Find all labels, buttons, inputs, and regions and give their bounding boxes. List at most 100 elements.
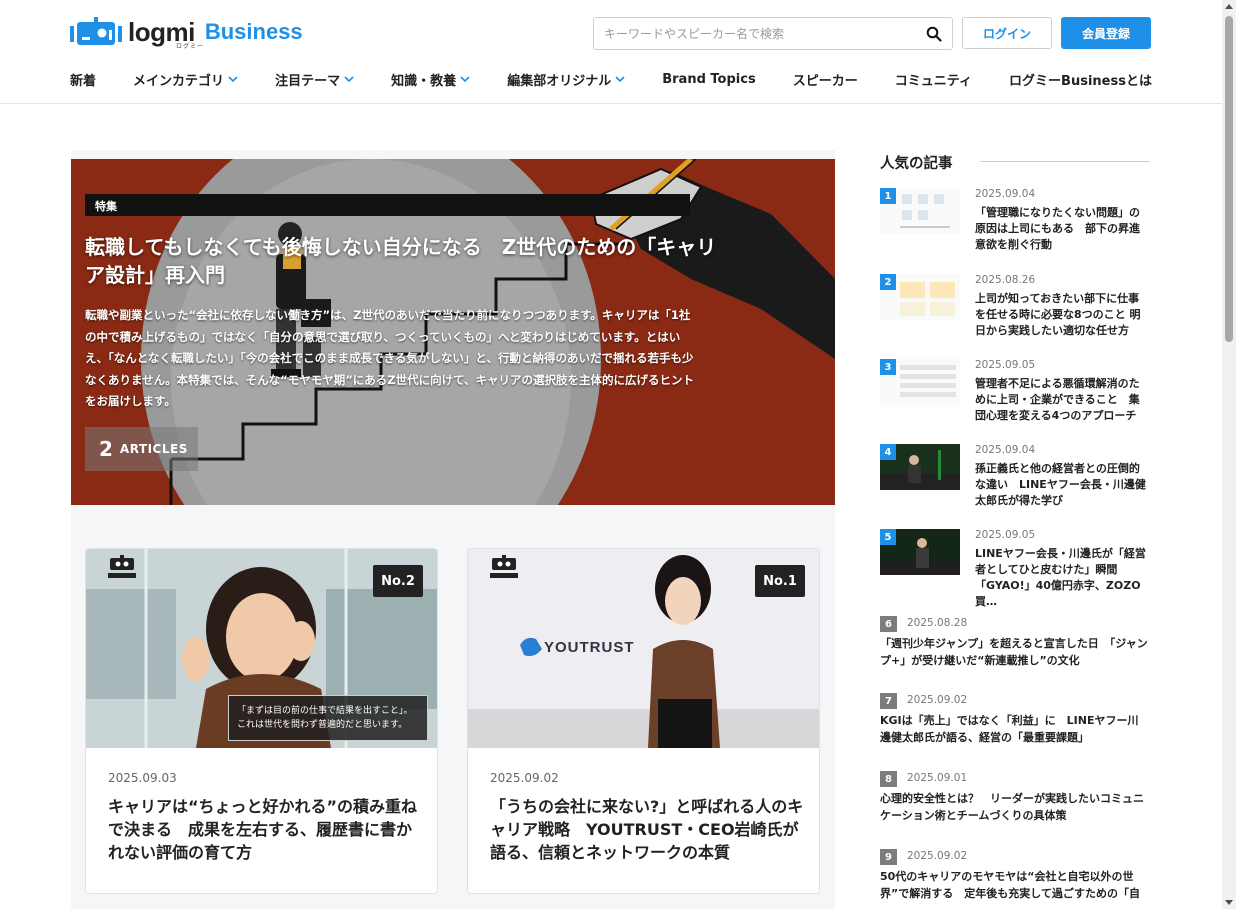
nav-label: 新着 [70, 73, 97, 89]
article-title[interactable]: 50代のキャリアのモヤモヤは“会社と自宅以外の世界”で解消する 定年後も充実して… [880, 868, 1148, 902]
article-date: 2025.09.01 [907, 772, 968, 784]
page-scrollbar[interactable] [1222, 0, 1236, 909]
article-date: 2025.09.05 [975, 529, 1036, 541]
article-title[interactable]: キャリアは“ちょっと好かれる”の積み重ねで決まる 成果を左右する、履歴書に書かれ… [108, 795, 423, 864]
rank-number: 5 [880, 529, 896, 545]
article-date: 2025.09.05 [975, 359, 1036, 371]
rank-badge: No.2 [373, 565, 423, 597]
hero-tag-bar [85, 194, 690, 216]
article-thumbnail[interactable]: 5 [880, 529, 960, 575]
article-date: 2025.09.02 [907, 850, 968, 862]
nav-item-speakers[interactable]: スピーカー [793, 70, 858, 89]
article-date: 2025.08.28 [907, 617, 968, 629]
nav-item-main-category[interactable]: メインカテゴリ [133, 70, 238, 89]
article-card[interactable]: No.2 「まずは目の前の仕事で結果を出すこと」。 これは世代を問わず普遍的だと… [85, 548, 438, 894]
chevron-down-icon [460, 76, 470, 82]
nav-label: メインカテゴリ [133, 73, 225, 89]
nav-item-new[interactable]: 新着 [70, 70, 96, 89]
article-title[interactable]: 「うちの会社に来ない?」と呼ばれる人のキャリア戦略 YOUTRUST・CEO岩崎… [490, 795, 805, 864]
search-box [593, 17, 953, 50]
article-thumbnail[interactable]: 1 [880, 188, 960, 234]
original-badge-icon [108, 555, 136, 578]
article-title[interactable]: LINEヤフー会長・川邊氏が「経営者としてひと皮むけた」瞬間 「GYAO!」40… [975, 546, 1150, 610]
article-thumbnail[interactable]: 3 [880, 359, 960, 405]
caption-line: これは世代を問わず普遍的だと思います。 [237, 720, 408, 730]
feature-hero[interactable]: 特集 転職してもしなくても後悔しない自分になる Z世代のための「キャリア設計」再… [71, 159, 835, 505]
rank-number: 1 [880, 188, 896, 204]
nav-label: ログミーBusinessとは [1009, 73, 1152, 89]
article-title[interactable]: 「管理職になりたくない問題」の原因は上司にもある 部下の昇進意欲を削ぐ行動 [975, 205, 1150, 253]
register-button[interactable]: 会員登録 [1061, 17, 1151, 49]
article-thumbnail[interactable]: YOUTRUST No.1 [468, 549, 819, 748]
rank-number: 9 [880, 849, 897, 865]
rank-number: 3 [880, 359, 896, 375]
chevron-down-icon [615, 76, 625, 82]
article-title[interactable]: 「週刊少年ジャンプ」を超えると宣言した日 「ジャンプ+」が受け継いだ“新連載推し… [880, 635, 1148, 669]
article-card[interactable]: YOUTRUST No.1 2025.09.02 「うちの会社に来ない?」と呼ば… [467, 548, 820, 894]
article-thumbnail[interactable]: 4 [880, 444, 960, 490]
nav-label: 編集部オリジナル [507, 73, 612, 89]
logo-subtext: ログミー [176, 43, 205, 50]
popular-article-item[interactable]: 1 2025.09.04 「管理職になりたくない問題」の原因は上司にもある 部下… [880, 188, 1152, 263]
scroll-up-icon[interactable] [1225, 4, 1233, 9]
hero-title[interactable]: 転職してもしなくても後悔しない自分になる Z世代のための「キャリア設計」再入門 [85, 233, 725, 289]
article-title[interactable]: 上司が知っておきたい部下に仕事を任せる時に必要な8つのこと 明日から実践したい適… [975, 291, 1150, 339]
nav-item-knowledge[interactable]: 知識・教養 [391, 70, 470, 89]
chevron-down-icon [344, 76, 354, 82]
original-badge-icon [490, 555, 518, 578]
rank-number: 8 [880, 771, 897, 787]
search-input[interactable] [594, 18, 914, 49]
popular-article-item[interactable]: 5 2025.09.05 LINEヤフー会長・川邊氏が「経営者としてひと皮むけた… [880, 529, 1152, 608]
login-button[interactable]: ログイン [962, 17, 1052, 49]
nav-label: スピーカー [792, 73, 858, 89]
caption-line: 「まずは目の前の仕事で結果を出すこと」。 [237, 706, 413, 716]
popular-article-item[interactable]: 3 2025.09.05 管理者不足による悪循環解消のために上司・企業ができるこ… [880, 359, 1152, 434]
brand-text: YOUTRUST [544, 639, 635, 656]
hero-tag: 特集 [95, 200, 117, 213]
nav-item-about[interactable]: ログミーBusinessとは [1009, 70, 1152, 89]
article-date: 2025.09.04 [975, 444, 1036, 456]
article-date: 2025.08.26 [975, 274, 1036, 286]
popular-articles-heading: 人気の記事 [880, 152, 1150, 172]
scrollbar-thumb[interactable] [1225, 16, 1233, 342]
scroll-down-icon[interactable] [1225, 900, 1233, 905]
article-title[interactable]: KGIは「売上」ではなく「利益」に LINEヤフー川邊健太郎氏が語る、経営の「最… [880, 712, 1148, 746]
popular-article-item[interactable]: 6 2025.08.28 「週刊少年ジャンプ」を超えると宣言した日 「ジャンプ+… [880, 616, 1152, 681]
heading-divider [980, 161, 1150, 162]
article-date: 2025.09.02 [490, 771, 559, 785]
article-title[interactable]: 心理的安全性とは？ リーダーが実践したいコミュニケーション術とチームづくりの具体… [880, 790, 1148, 824]
popular-article-item[interactable]: 2 2025.08.26 上司が知っておきたい部下に仕事を任せる時に必要な8つの… [880, 274, 1152, 349]
rank-number: 6 [880, 616, 897, 632]
logo-business: Business [204, 19, 303, 44]
popular-article-item[interactable]: 8 2025.09.01 心理的安全性とは？ リーダーが実践したいコミュニケーシ… [880, 771, 1152, 836]
search-icon[interactable] [926, 26, 942, 42]
nav-item-brand-topics[interactable]: Brand Topics [662, 72, 755, 87]
rank-number: 2 [880, 274, 896, 290]
nav-label: 注目テーマ [275, 73, 341, 89]
nav-item-community[interactable]: コミュニティ [895, 70, 972, 89]
popular-article-item[interactable]: 9 2025.09.02 50代のキャリアのモヤモヤは“会社と自宅以外の世界”で… [880, 849, 1152, 909]
logo-robot-icon [70, 17, 122, 45]
article-thumbnail[interactable]: No.2 「まずは目の前の仕事で結果を出すこと」。 これは世代を問わず普遍的だと… [86, 549, 437, 748]
rank-number: 4 [880, 444, 896, 460]
rank-number: 7 [880, 693, 897, 709]
hero-description: 転職や副業といった“会社に依存しない働き方”は、Z世代のあいだで当たり前になりつ… [85, 308, 695, 408]
article-date: 2025.09.03 [108, 771, 177, 785]
main-nav: 新着 メインカテゴリ 注目テーマ 知識・教養 編集部オリジナル Brand To… [70, 68, 1152, 90]
popular-article-item[interactable]: 4 2025.09.04 孫正義氏と他の経営者との圧倒的な違い LINEヤフー会… [880, 444, 1152, 519]
nav-label: Brand Topics [662, 71, 756, 87]
articles-count: 2 [99, 437, 113, 461]
chevron-down-icon [228, 76, 238, 82]
popular-article-item[interactable]: 7 2025.09.02 KGIは「売上」ではなく「利益」に LINEヤフー川邊… [880, 693, 1152, 758]
nav-item-editorial-original[interactable]: 編集部オリジナル [507, 70, 625, 89]
nav-label: コミュニティ [894, 73, 973, 89]
article-title[interactable]: 管理者不足による悪循環解消のために上司・企業ができること 集団心理を変える4つの… [975, 376, 1150, 424]
site-header: logmi Business ログミー ログイン 会員登録 新着 メインカテゴリ… [0, 0, 1222, 104]
rank-badge: No.1 [755, 565, 805, 597]
article-date: 2025.09.04 [975, 188, 1036, 200]
nav-item-featured-themes[interactable]: 注目テーマ [275, 70, 354, 89]
article-title[interactable]: 孫正義氏と他の経営者との圧倒的な違い LINEヤフー会長・川邊健太郎氏が得た学び [975, 461, 1150, 509]
article-thumbnail[interactable]: 2 [880, 274, 960, 320]
hero-articles-count[interactable]: 2 ARTICLES [85, 427, 198, 471]
nav-label: 知識・教養 [391, 73, 457, 89]
